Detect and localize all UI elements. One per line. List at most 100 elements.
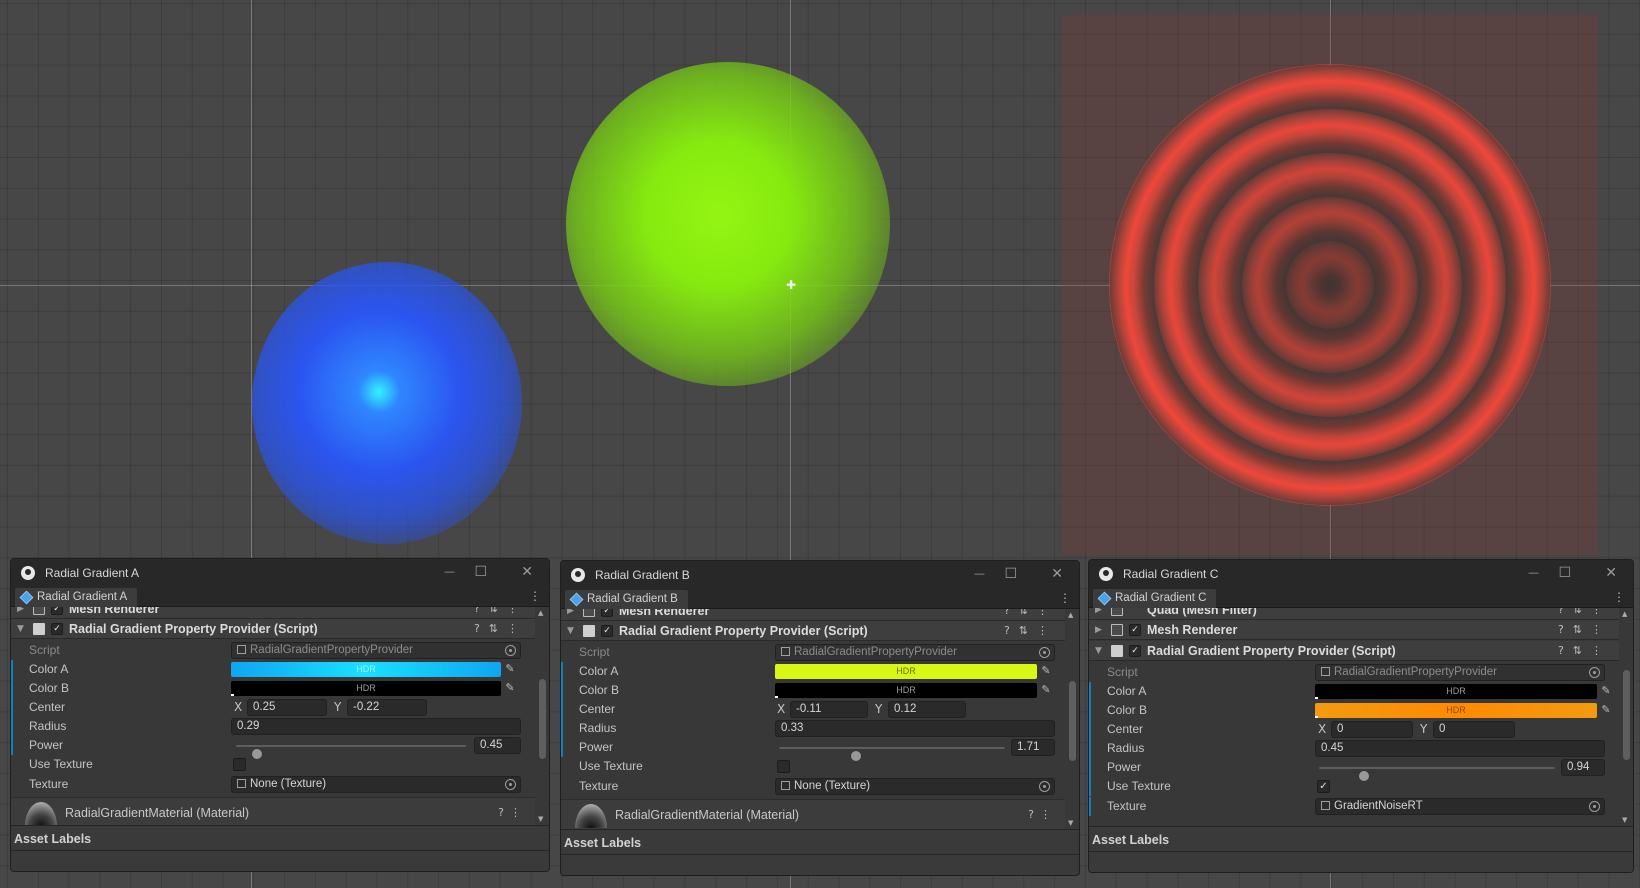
foldout-arrow-icon[interactable]: ▶ xyxy=(17,607,24,614)
power-input[interactable]: 1.71 xyxy=(1011,739,1055,756)
texture-object-field[interactable]: None (Texture) xyxy=(231,776,521,793)
component-header-mesh-filter[interactable]: ▶ Quad (Mesh Filter) ?⇅⋮ xyxy=(1089,608,1619,620)
pivot-gizmo-icon[interactable]: ✚ xyxy=(786,279,796,291)
tab-menu-icon[interactable]: ⋮ xyxy=(1613,590,1625,604)
maximize-icon[interactable]: ☐ xyxy=(474,564,487,580)
component-header-script[interactable]: ▼ ✓ Radial Gradient Property Provider (S… xyxy=(1089,641,1619,661)
eyedropper-icon[interactable]: ✎ xyxy=(1599,703,1613,716)
tab-inspector[interactable]: Radial Gradient B xyxy=(565,590,688,609)
object-picker-icon[interactable] xyxy=(1039,647,1050,658)
foldout-arrow-icon[interactable]: ▶ xyxy=(1095,608,1102,615)
maximize-icon[interactable]: ☐ xyxy=(1004,566,1017,582)
window-titlebar[interactable]: Radial Gradient B — ☐ ✕ xyxy=(561,561,1079,589)
minimize-icon[interactable]: — xyxy=(1528,565,1539,581)
inspector-scrollbar[interactable]: ▲ ▼ xyxy=(1621,610,1631,824)
object-picker-icon[interactable] xyxy=(1589,667,1600,678)
eyedropper-icon[interactable]: ✎ xyxy=(503,662,517,675)
material-tools-icons[interactable]: ?⋮ xyxy=(498,806,527,819)
component-header-script[interactable]: ▼ ✓ Radial Gradient Property Provider (S… xyxy=(11,619,535,639)
radius-input[interactable]: 0.45 xyxy=(1315,740,1605,757)
eyedropper-icon[interactable]: ✎ xyxy=(1039,683,1053,696)
component-tools-icons[interactable]: ?⇅⋮ xyxy=(1004,609,1057,617)
object-picker-icon[interactable] xyxy=(505,779,516,790)
center-x-input[interactable]: -0.11 xyxy=(790,701,868,718)
close-icon[interactable]: ✕ xyxy=(1051,566,1063,582)
window-titlebar[interactable]: Radial Gradient A — ☐ ✕ xyxy=(11,559,549,587)
close-icon[interactable]: ✕ xyxy=(521,564,533,580)
power-input[interactable]: 0.45 xyxy=(474,737,521,754)
scroll-up-icon[interactable]: ▲ xyxy=(1068,611,1073,619)
power-input[interactable]: 0.94 xyxy=(1561,759,1605,776)
scroll-up-icon[interactable]: ▲ xyxy=(1622,610,1627,618)
radius-input[interactable]: 0.33 xyxy=(775,720,1055,737)
tab-menu-icon[interactable]: ⋮ xyxy=(529,589,541,603)
color-a-swatch[interactable]: HDR xyxy=(1315,684,1597,699)
component-enable-checkbox[interactable]: ✓ xyxy=(1129,644,1141,657)
center-y-input[interactable]: 0.12 xyxy=(888,701,966,718)
maximize-icon[interactable]: ☐ xyxy=(1558,565,1571,581)
asset-labels-title[interactable]: Asset Labels xyxy=(1092,833,1169,847)
color-a-swatch[interactable]: HDR xyxy=(775,664,1037,679)
material-header[interactable]: RadialGradientMaterial (Material) ?⋮ xyxy=(561,799,1065,829)
power-slider-track[interactable] xyxy=(236,745,466,759)
eyedropper-icon[interactable]: ✎ xyxy=(1599,684,1613,697)
material-header[interactable]: RadialGradientMaterial (Material) ?⋮ xyxy=(11,797,535,825)
center-y-input[interactable]: 0 xyxy=(1433,721,1515,738)
asset-labels-title[interactable]: Asset Labels xyxy=(14,832,91,846)
script-object-field[interactable]: RadialGradientPropertyProvider xyxy=(231,642,521,659)
red-noise-radial-gradient[interactable] xyxy=(1110,65,1550,505)
object-picker-icon[interactable] xyxy=(505,645,516,656)
scroll-down-icon[interactable]: ▼ xyxy=(538,815,543,823)
foldout-arrow-icon[interactable]: ▶ xyxy=(567,609,574,616)
component-tools-icons[interactable]: ?⇅⋮ xyxy=(474,622,527,635)
foldout-arrow-icon[interactable]: ▼ xyxy=(567,626,574,636)
texture-object-field[interactable]: GradientNoiseRT xyxy=(1315,798,1605,815)
close-icon[interactable]: ✕ xyxy=(1605,565,1617,581)
color-b-swatch[interactable]: HDR xyxy=(231,681,501,696)
power-slider-track[interactable] xyxy=(779,747,1005,761)
texture-object-field[interactable]: None (Texture) xyxy=(775,778,1055,795)
color-b-swatch[interactable]: HDR xyxy=(775,683,1037,698)
scroll-down-icon[interactable]: ▼ xyxy=(1068,819,1073,827)
color-b-swatch[interactable]: HDR xyxy=(1315,703,1597,718)
window-titlebar[interactable]: Radial Gradient C — ☐ ✕ xyxy=(1089,560,1633,588)
use-texture-checkbox[interactable] xyxy=(233,758,246,771)
scroll-thumb[interactable] xyxy=(539,679,546,759)
blue-radial-gradient[interactable] xyxy=(252,262,522,544)
green-radial-gradient[interactable] xyxy=(566,62,890,386)
minimize-icon[interactable]: — xyxy=(974,566,985,582)
component-tools-icons[interactable]: ?⇅⋮ xyxy=(1558,644,1611,657)
object-picker-icon[interactable] xyxy=(1039,781,1050,792)
component-tools-icons[interactable]: ?⇅⋮ xyxy=(1558,608,1611,616)
center-x-input[interactable]: 0.25 xyxy=(247,699,327,716)
component-header-mesh-renderer[interactable]: ▶ ✓ Mesh Renderer ?⇅⋮ xyxy=(561,609,1065,621)
foldout-arrow-icon[interactable]: ▶ xyxy=(1095,625,1102,635)
eyedropper-icon[interactable]: ✎ xyxy=(503,681,517,694)
component-enable-checkbox[interactable]: ✓ xyxy=(601,624,613,637)
scroll-down-icon[interactable]: ▼ xyxy=(1622,816,1627,824)
component-enable-checkbox[interactable]: ✓ xyxy=(51,622,63,635)
color-a-swatch[interactable]: HDR xyxy=(231,662,501,677)
power-slider-track[interactable] xyxy=(1319,767,1555,781)
script-object-field[interactable]: RadialGradientPropertyProvider xyxy=(775,644,1055,661)
eyedropper-icon[interactable]: ✎ xyxy=(1039,664,1053,677)
script-object-field[interactable]: RadialGradientPropertyProvider xyxy=(1315,664,1605,681)
object-picker-icon[interactable] xyxy=(1589,801,1600,812)
component-tools-icons[interactable]: ?⇅⋮ xyxy=(1558,623,1611,636)
use-texture-checkbox[interactable] xyxy=(777,760,790,773)
use-texture-checkbox[interactable]: ✓ xyxy=(1317,780,1330,793)
component-enable-checkbox[interactable]: ✓ xyxy=(601,609,613,617)
component-tools-icons[interactable]: ?⇅⋮ xyxy=(474,607,527,615)
foldout-arrow-icon[interactable]: ▼ xyxy=(17,624,24,634)
center-x-input[interactable]: 0 xyxy=(1331,721,1413,738)
scroll-thumb[interactable] xyxy=(1069,681,1076,761)
component-header-mesh-renderer[interactable]: ▶ ✓ Mesh Renderer ?⇅⋮ xyxy=(11,607,535,619)
component-tools-icons[interactable]: ?⇅⋮ xyxy=(1004,624,1057,637)
tab-inspector[interactable]: Radial Gradient C xyxy=(1093,589,1217,608)
minimize-icon[interactable]: — xyxy=(444,564,455,580)
component-header-mesh-renderer[interactable]: ▶ ✓ Mesh Renderer ?⇅⋮ xyxy=(1089,620,1619,640)
component-enable-checkbox[interactable]: ✓ xyxy=(1129,623,1141,636)
asset-labels-title[interactable]: Asset Labels xyxy=(564,836,641,850)
scroll-thumb[interactable] xyxy=(1623,670,1630,760)
scroll-up-icon[interactable]: ▲ xyxy=(538,609,543,617)
